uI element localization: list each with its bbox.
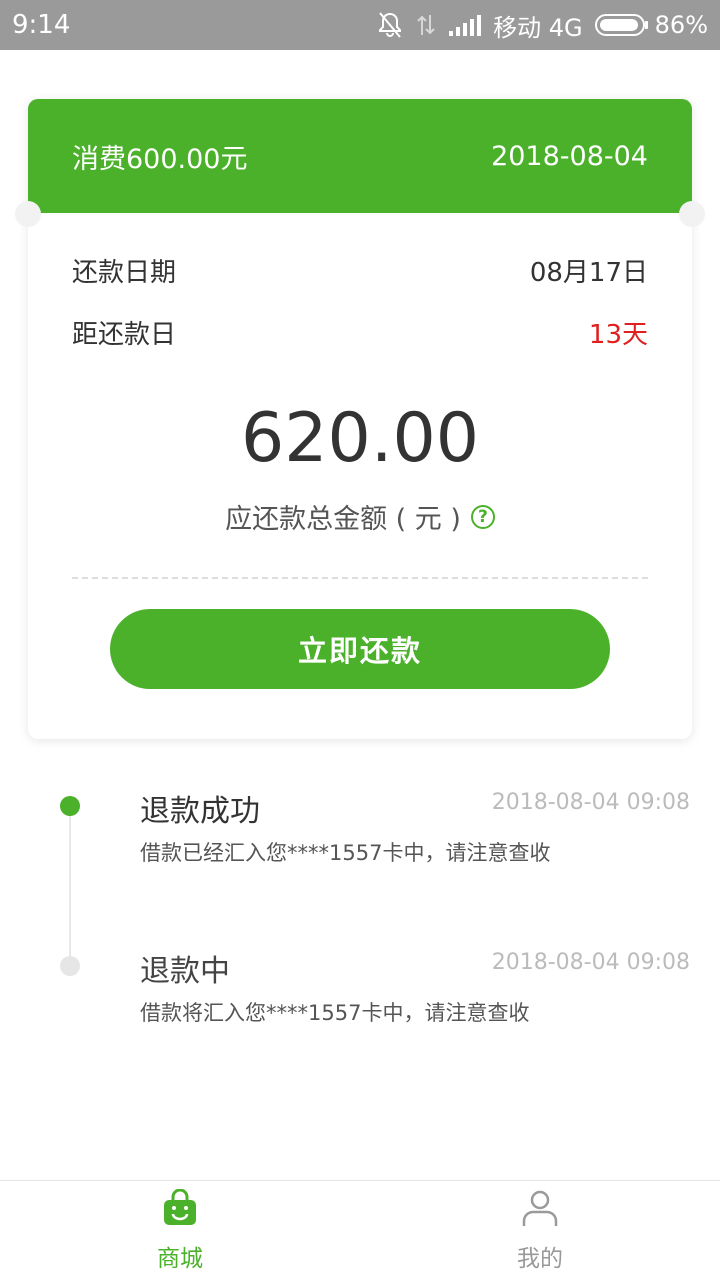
help-icon[interactable]: ?	[470, 504, 495, 529]
bell-muted-icon	[377, 11, 403, 39]
card-notch-left	[15, 201, 41, 227]
card-header: 消费600.00元 2018-08-04	[28, 99, 692, 213]
timeline-event-desc: 借款已经汇入您****1557卡中，请注意查收	[140, 841, 551, 865]
days-left-row: 距还款日 13天	[72, 314, 648, 351]
dashed-divider	[72, 577, 648, 579]
timeline-line	[69, 806, 71, 966]
timeline-event-time: 2018-08-04 09:08	[491, 950, 690, 975]
consumption-amount: 消费600.00元	[72, 143, 248, 175]
days-left-value: 13天	[588, 320, 648, 350]
nav-item-mall[interactable]: 商城	[0, 1181, 360, 1280]
battery-percent: 86%	[654, 11, 708, 39]
timeline-event-title: 退款成功	[140, 794, 260, 829]
consumption-date: 2018-08-04	[491, 140, 648, 172]
total-amount: 620.00	[241, 399, 479, 478]
user-icon	[521, 1189, 559, 1233]
nav-label-mine: 我的	[517, 1245, 563, 1272]
total-amount-caption: 应还款总金额 ( 元 ) ?	[28, 497, 692, 536]
nav-item-mine[interactable]: 我的	[360, 1181, 720, 1280]
battery-icon	[594, 14, 648, 36]
bill-card: 消费600.00元 2018-08-04 还款日期 08月17日 距还款日 13…	[15, 99, 705, 739]
battery: 86%	[594, 11, 708, 39]
card-notch-right	[679, 201, 705, 227]
repay-now-button[interactable]: 立即还款	[110, 609, 610, 689]
timeline-event-title: 退款中	[140, 954, 230, 989]
bottom-nav: 商城 我的	[0, 1180, 720, 1280]
timeline-dot-active	[60, 796, 80, 816]
carrier-label: 移动 4G	[493, 13, 583, 42]
timeline-event-desc: 借款将汇入您****1557卡中，请注意查收	[140, 1001, 530, 1025]
signal-icon	[449, 14, 482, 36]
status-time: 9:14	[12, 10, 71, 40]
total-amount-label: 应还款总金额 ( 元 )	[225, 504, 461, 535]
due-date-value: 08月17日	[529, 258, 648, 288]
due-date-label: 还款日期	[72, 258, 177, 288]
status-icons: 移动 4G 86%	[377, 8, 708, 43]
timeline-event-time: 2018-08-04 09:08	[491, 790, 690, 815]
nav-label-mall: 商城	[157, 1245, 203, 1272]
data-arrows-icon	[415, 13, 437, 37]
days-left-label: 距还款日	[72, 320, 177, 350]
status-bar: 9:14 移动 4G 86%	[0, 0, 720, 50]
due-date-row: 还款日期 08月17日	[72, 252, 648, 289]
shopping-bag-icon	[161, 1188, 199, 1233]
timeline-dot-inactive	[60, 956, 80, 976]
